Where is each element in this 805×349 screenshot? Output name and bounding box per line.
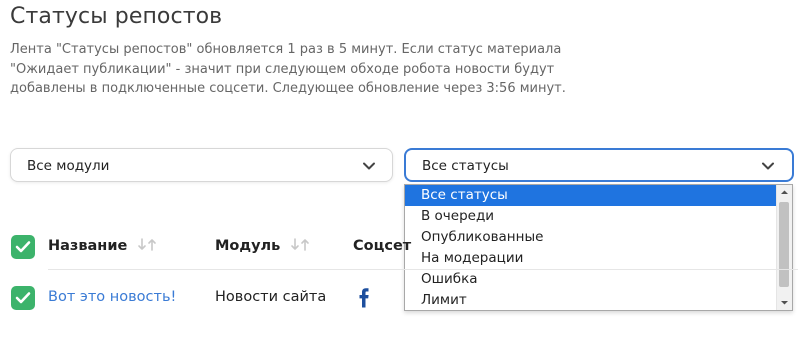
status-option[interactable]: На модерации: [405, 248, 777, 269]
column-header-label: Название: [48, 238, 128, 254]
status-option[interactable]: Лимит: [405, 290, 777, 311]
column-header-name[interactable]: Название: [48, 238, 159, 254]
scrollbar-thumb[interactable]: [779, 202, 789, 287]
sort-icon[interactable]: [137, 238, 159, 251]
status-select-value: Все статусы: [422, 158, 509, 174]
column-header-module[interactable]: Модуль: [215, 238, 312, 254]
module-select-value: Все модули: [27, 158, 110, 174]
status-select[interactable]: Все статусы: [404, 148, 794, 182]
select-all-checkbox[interactable]: [11, 235, 35, 259]
facebook-icon: [359, 288, 369, 308]
row-checkbox[interactable]: [11, 286, 35, 310]
status-option[interactable]: В очереди: [405, 206, 777, 227]
page-description: Лента "Статусы репостов" обновляется 1 р…: [10, 42, 566, 96]
checkmark-icon: [15, 241, 31, 253]
status-option[interactable]: Ошибка: [405, 269, 777, 290]
row-module: Новости сайта: [215, 289, 327, 305]
sort-icon[interactable]: [290, 238, 312, 251]
column-header-label: Модуль: [215, 238, 281, 254]
status-option[interactable]: Опубликованные: [405, 227, 777, 248]
chevron-down-icon: [762, 162, 774, 170]
table-header-divider: [48, 269, 798, 270]
module-select[interactable]: Все модули: [10, 148, 393, 182]
column-header-label: Соцсет: [353, 238, 412, 254]
scroll-down-arrow-icon[interactable]: [777, 295, 792, 310]
checkmark-icon: [15, 292, 31, 304]
row-name-link[interactable]: Вот это новость!: [48, 289, 176, 305]
scroll-up-arrow-icon[interactable]: [777, 185, 792, 200]
status-option[interactable]: Все статусы: [405, 185, 777, 206]
chevron-down-icon: [363, 162, 375, 170]
page-title: Статусы репостов: [10, 4, 223, 29]
dropdown-scrollbar[interactable]: [776, 185, 792, 310]
column-header-social: Соцсет: [353, 238, 411, 254]
status-dropdown-list[interactable]: Все статусы В очереди Опубликованные На …: [404, 184, 793, 311]
